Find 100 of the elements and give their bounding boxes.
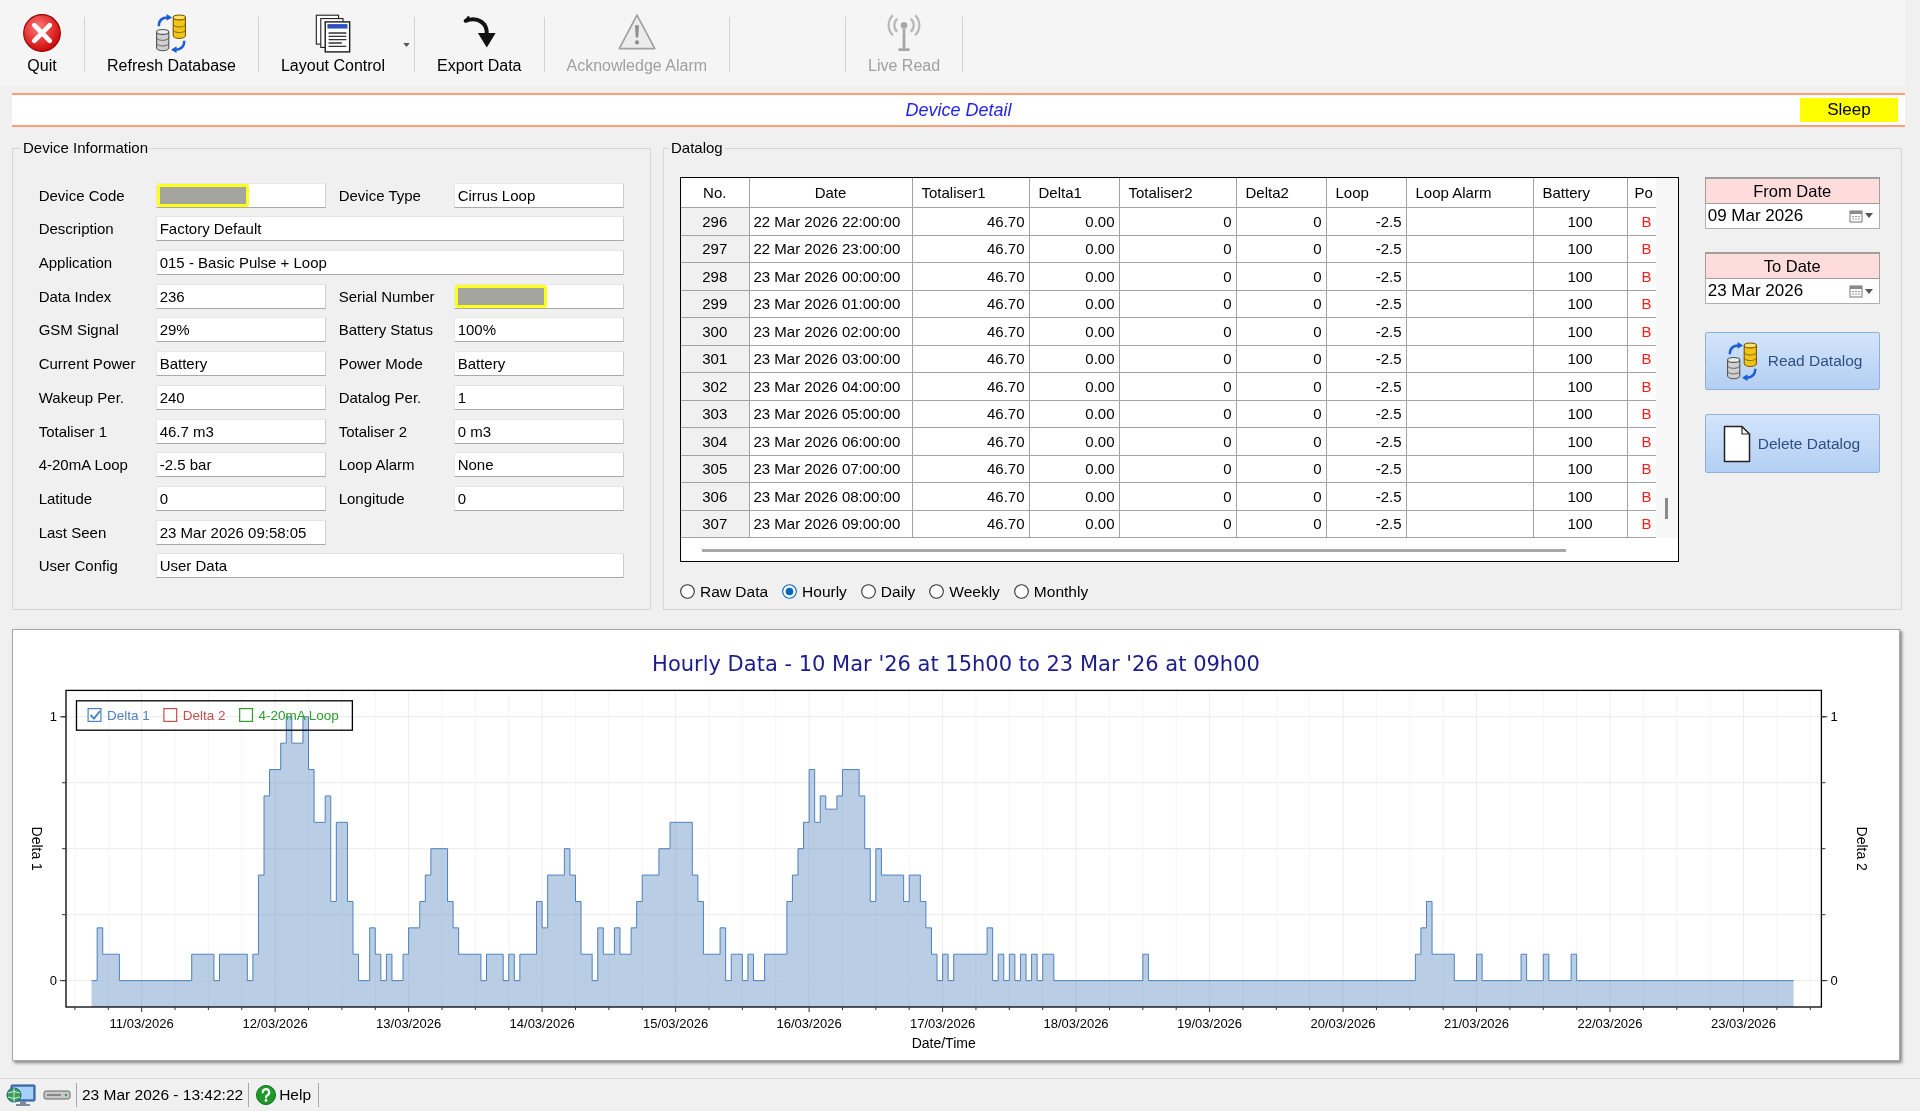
row-number: 299 (681, 290, 749, 318)
caret-icon (1864, 213, 1873, 219)
text-field[interactable]: 0 (453, 485, 624, 511)
text-field[interactable]: Battery (155, 351, 326, 377)
row-number: 301 (681, 345, 749, 373)
column-header[interactable]: Totaliser2 (1119, 177, 1236, 208)
table-cell: 0 (1236, 345, 1326, 373)
table-cell: -2.5 (1326, 262, 1406, 291)
column-header[interactable]: Delta2 (1236, 177, 1326, 208)
column-header[interactable]: Date (749, 177, 912, 208)
axis-tick-label: 19/03/2026 (1177, 1016, 1243, 1031)
text-field[interactable]: 29% (155, 317, 326, 343)
axis-tick-label: 12/03/2026 (242, 1016, 308, 1031)
legend-checkbox[interactable] (87, 708, 102, 722)
axis-tick-label: 20/03/2026 (1310, 1016, 1376, 1031)
field-label: Datalog Per. (338, 388, 422, 406)
table-cell: 0 (1119, 400, 1236, 428)
monitor-icon (6, 1082, 36, 1108)
text-field[interactable]: 100% (453, 317, 624, 343)
help-button[interactable]: Help (254, 1085, 314, 1105)
text-field[interactable]: 1 (453, 384, 624, 410)
text-field[interactable]: Battery (453, 351, 624, 377)
text-field[interactable]: Factory Default (155, 216, 624, 242)
caret-icon (1864, 288, 1873, 294)
field-label: Totaliser 1 (38, 422, 108, 440)
export-data-button[interactable]: Export Data (415, 0, 544, 86)
row-number: 296 (681, 207, 749, 236)
text-field[interactable]: 015 - Basic Pulse + Loop (155, 250, 624, 276)
field-label: User Config (38, 557, 118, 575)
view-option[interactable]: Hourly (782, 582, 847, 601)
refresh-database-button[interactable]: Refresh Database (85, 0, 258, 86)
date-field[interactable]: 23 Mar 2026 (1704, 279, 1880, 305)
axis-tick-label: 14/03/2026 (509, 1016, 575, 1031)
layout-control-button[interactable]: Layout Control (258, 0, 415, 86)
axis-title: Date/Time (911, 1035, 976, 1051)
column-header[interactable]: Battery (1533, 177, 1627, 208)
table-cell: 0 (1236, 482, 1326, 511)
column-header[interactable]: Po (1627, 177, 1656, 208)
table-cell: 23 Mar 2026 06:00:00 (749, 427, 912, 456)
table-cell: -2.5 (1326, 482, 1406, 511)
text-field[interactable] (155, 182, 326, 208)
table-cell: 46.70 (912, 482, 1029, 511)
row-number: 300 (681, 317, 749, 346)
date-label: From Date (1704, 176, 1880, 204)
table-cell: 0 (1119, 427, 1236, 456)
text-field[interactable]: 0 m3 (453, 418, 624, 444)
delete-datalog-button[interactable]: Delete Datalog (1704, 414, 1880, 473)
field-label: Wakeup Per. (38, 388, 124, 406)
column-header[interactable]: Loop Alarm (1406, 177, 1533, 208)
legend-checkbox[interactable] (163, 708, 178, 722)
text-field[interactable]: 236 (155, 283, 326, 309)
text-field[interactable] (453, 283, 624, 309)
text-field[interactable]: -2.5 bar (155, 452, 326, 478)
field-label: Power Mode (338, 355, 423, 373)
scrollbar-thumb[interactable] (1665, 497, 1668, 519)
text-field[interactable]: 240 (155, 384, 326, 410)
table-cell: -2.5 (1326, 345, 1406, 373)
column-header[interactable]: Totaliser1 (912, 177, 1029, 208)
field-label: Description (38, 220, 114, 238)
text-field[interactable]: Cirrus Loop (453, 182, 624, 208)
table-cell: 0 (1119, 345, 1236, 373)
view-option[interactable]: Raw Data (680, 582, 769, 601)
text-field[interactable]: 23 Mar 2026 09:58:05 (155, 519, 326, 545)
column-header[interactable]: Loop (1326, 177, 1406, 208)
table-cell: 100 (1533, 482, 1627, 511)
view-option[interactable]: Daily (860, 582, 916, 601)
read-datalog-button[interactable]: Read Datalog (1704, 331, 1880, 391)
view-option[interactable]: Weekly (929, 582, 1000, 601)
text-field[interactable]: User Data (155, 553, 624, 579)
table-cell: 100 (1533, 207, 1627, 236)
scrollbar-thumb[interactable] (702, 548, 1566, 552)
legend-checkbox[interactable] (239, 708, 254, 722)
page-title: Device Detail (905, 99, 1012, 121)
row-number: 306 (681, 482, 749, 511)
table-cell: 100 (1533, 400, 1627, 428)
table-cell: 0 (1236, 400, 1326, 428)
view-option[interactable]: Monthly (1013, 582, 1089, 601)
row-number: 305 (681, 455, 749, 483)
text-field[interactable]: 46.7 m3 (155, 418, 326, 444)
table-cell: 0.00 (1029, 317, 1119, 346)
legend-label: 4-20mA Loop (258, 708, 339, 723)
column-header[interactable]: No. (681, 177, 749, 208)
table-cell: -2.5 (1326, 372, 1406, 401)
table-cell: 23 Mar 2026 01:00:00 (749, 290, 912, 318)
group-title: Datalog (671, 139, 723, 156)
text-field[interactable]: None (453, 452, 624, 478)
field-label: GSM Signal (38, 321, 119, 339)
table-cell: 0 (1236, 427, 1326, 456)
caret-icon (403, 43, 411, 47)
text-field[interactable]: 0 (155, 485, 326, 511)
field-label: Current Power (38, 355, 136, 373)
date-field[interactable]: 09 Mar 2026 (1704, 204, 1880, 229)
table-cell: 0.00 (1029, 400, 1119, 428)
table-cell: 0 (1119, 510, 1236, 538)
column-header[interactable]: Delta1 (1029, 177, 1119, 208)
axis-tick-label: 11/03/2026 (109, 1016, 174, 1031)
table-cell: 0.00 (1029, 455, 1119, 483)
quit-button[interactable]: Quit (0, 0, 84, 86)
table-cell: 46.70 (912, 262, 1029, 291)
table-cell: 0.00 (1029, 290, 1119, 318)
